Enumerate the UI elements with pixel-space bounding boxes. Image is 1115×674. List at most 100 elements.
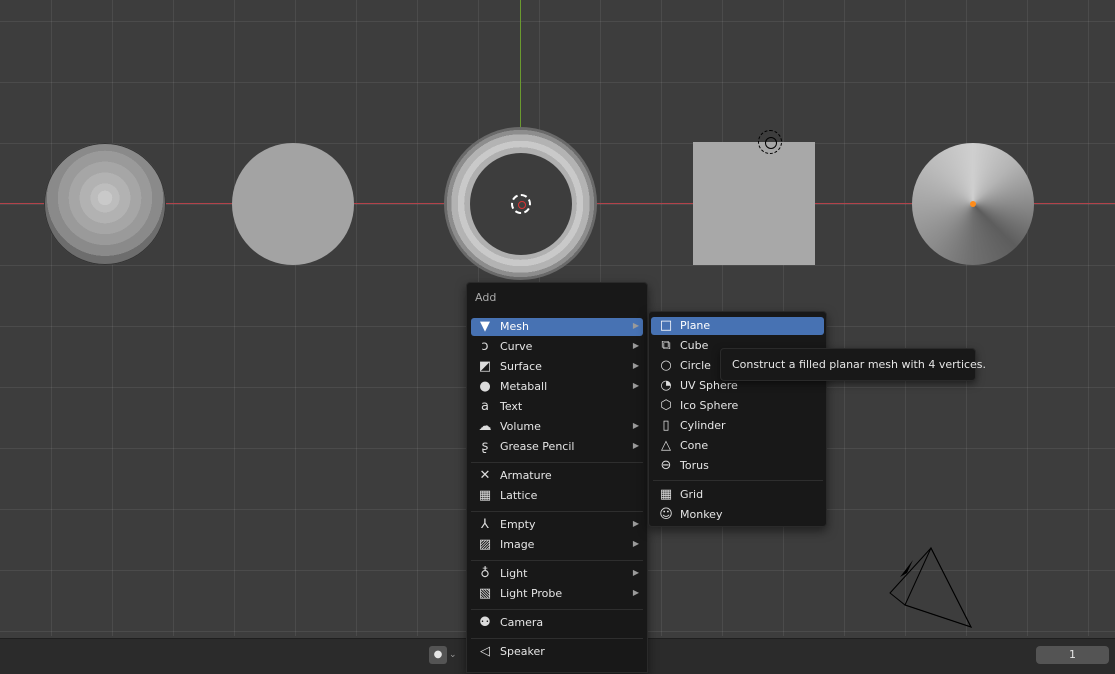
menu-item-light-probe[interactable]: ▧ Light Probe ▶ [471, 585, 643, 603]
cube-icon: ⧉ [661, 338, 671, 353]
submenu-arrow-icon: ▶ [632, 519, 639, 528]
menu-item-label: Grease Pencil [500, 440, 575, 453]
menu-item-label: Armature [500, 469, 552, 482]
torus-icon: ⊖ [660, 458, 672, 473]
menu-item-label: Metaball [500, 380, 548, 393]
mesh-item-label: Torus [680, 459, 709, 472]
mesh-item-label: Grid [680, 488, 704, 501]
mesh-submenu: □ Plane ⧉ Cube ○ Circle ◔ UV Sphere ⬡ Ic… [648, 311, 827, 527]
mesh-item-plane[interactable]: □ Plane [651, 317, 824, 335]
grid-icon: ▦ [659, 487, 673, 502]
menu-item-label: Mesh [500, 320, 529, 333]
plane-icon: □ [659, 318, 673, 333]
mesh-item-ico-sphere[interactable]: ⬡ Ico Sphere [651, 397, 824, 415]
menu-item-label: Surface [500, 360, 542, 373]
menu-item-image[interactable]: ▨ Image ▶ [471, 536, 643, 554]
menu-item-metaball[interactable]: ● Metaball ▶ [471, 378, 643, 396]
menu-item-armature[interactable]: ✕ Armature [471, 467, 643, 485]
cone-icon: △ [661, 438, 671, 453]
menu-separator [471, 638, 643, 639]
mesh-item-label: Cone [680, 439, 709, 452]
circle-object[interactable] [232, 143, 354, 265]
submenu-arrow-icon: ▶ [632, 361, 639, 370]
menu-item-mesh[interactable]: ▼ Mesh ▶ [471, 318, 643, 336]
surface-icon: ◩ [478, 359, 492, 374]
camera-icon: ⚉ [479, 615, 491, 630]
light-icon: ♁ [480, 566, 490, 581]
menu-item-lattice[interactable]: ▦ Lattice [471, 487, 643, 505]
volume-icon: ☁ [478, 419, 492, 434]
menu-item-surface[interactable]: ◩ Surface ▶ [471, 358, 643, 376]
add-menu: Add ▼ Mesh ▶ ↄ Curve ▶ ◩ Surface ▶ ● Met… [466, 282, 648, 673]
add-menu-title: Add [475, 291, 497, 304]
menu-item-empty[interactable]: ⅄ Empty ▶ [471, 516, 643, 534]
menu-separator [471, 511, 643, 512]
mesh-item-label: Ico Sphere [680, 399, 739, 412]
menu-item-label: Light Probe [500, 587, 563, 600]
menu-item-volume[interactable]: ☁ Volume ▶ [471, 418, 643, 436]
menu-item-text[interactable]: a Text [471, 398, 643, 416]
menu-item-label: Speaker [500, 645, 545, 658]
submenu-arrow-icon: ▶ [632, 539, 639, 548]
menu-separator [471, 462, 643, 463]
mesh-item-torus[interactable]: ⊖ Torus [651, 457, 824, 475]
submenu-arrow-icon: ▶ [632, 588, 639, 597]
chevron-down-icon[interactable]: ⌄ [449, 646, 463, 664]
menu-item-light[interactable]: ♁ Light ▶ [471, 565, 643, 583]
metaball-icon: ● [479, 379, 491, 394]
menu-item-camera[interactable]: ⚉ Camera [471, 614, 643, 632]
menu-item-label: Volume [500, 420, 541, 433]
light-object-icon[interactable] [758, 130, 782, 154]
menu-separator [471, 609, 643, 610]
tooltip: Construct a filled planar mesh with 4 ve… [720, 348, 986, 381]
submenu-arrow-icon: ▶ [632, 341, 639, 350]
menu-item-label: Curve [500, 340, 533, 353]
light-probe-icon: ▧ [478, 586, 492, 601]
object-origin-dot [970, 201, 976, 207]
circle-icon: ○ [660, 358, 672, 373]
mesh-item-cone[interactable]: △ Cone [651, 437, 824, 455]
submenu-arrow-icon: ▶ [632, 321, 639, 330]
record-button[interactable]: ● [429, 646, 447, 664]
menu-item-label: Camera [500, 616, 544, 629]
mesh-item-monkey[interactable]: ☺ Monkey [651, 506, 824, 524]
submenu-arrow-icon: ▶ [632, 421, 639, 430]
menu-item-label: Image [500, 538, 535, 551]
cylinder-icon: ▯ [662, 418, 670, 433]
monkey-icon: ☺ [659, 507, 673, 522]
tooltip-text: Construct a filled planar mesh with 4 ve… [732, 358, 987, 371]
menu-item-grease-pencil[interactable]: ʂ Grease Pencil ▶ [471, 438, 643, 456]
mesh-item-label: Plane [680, 319, 711, 332]
grease-pencil-icon: ʂ [481, 439, 489, 454]
uv-sphere-icon: ◔ [660, 378, 672, 393]
current-frame-field[interactable]: 1 [1036, 646, 1109, 664]
plane-object[interactable] [693, 142, 815, 265]
camera-object-icon[interactable] [885, 545, 975, 635]
menu-item-label: Lattice [500, 489, 538, 502]
mesh-item-label: Cube [680, 339, 709, 352]
menu-separator [471, 560, 643, 561]
text-icon: a [481, 399, 489, 414]
lattice-icon: ▦ [478, 488, 492, 503]
mesh-item-label: Monkey [680, 508, 723, 521]
uv-sphere-object[interactable] [44, 143, 166, 265]
mesh-item-label: Cylinder [680, 419, 726, 432]
curve-icon: ↄ [481, 339, 489, 354]
menu-item-curve[interactable]: ↄ Curve ▶ [471, 338, 643, 356]
mesh-item-label: Circle [680, 359, 711, 372]
submenu-arrow-icon: ▶ [632, 441, 639, 450]
3d-cursor-icon[interactable] [511, 194, 531, 214]
image-icon: ▨ [478, 537, 492, 552]
menu-item-speaker[interactable]: ◁ Speaker [471, 643, 643, 661]
mesh-item-grid[interactable]: ▦ Grid [651, 486, 824, 504]
menu-item-label: Text [500, 400, 523, 413]
speaker-icon: ◁ [480, 644, 490, 659]
empty-icon: ⅄ [481, 517, 489, 532]
mesh-item-cylinder[interactable]: ▯ Cylinder [651, 417, 824, 435]
submenu-arrow-icon: ▶ [632, 381, 639, 390]
ico-sphere-icon: ⬡ [660, 398, 672, 413]
menu-item-label: Empty [500, 518, 536, 531]
menu-separator [653, 480, 823, 481]
menu-item-label: Light [500, 567, 528, 580]
submenu-arrow-icon: ▶ [632, 568, 639, 577]
